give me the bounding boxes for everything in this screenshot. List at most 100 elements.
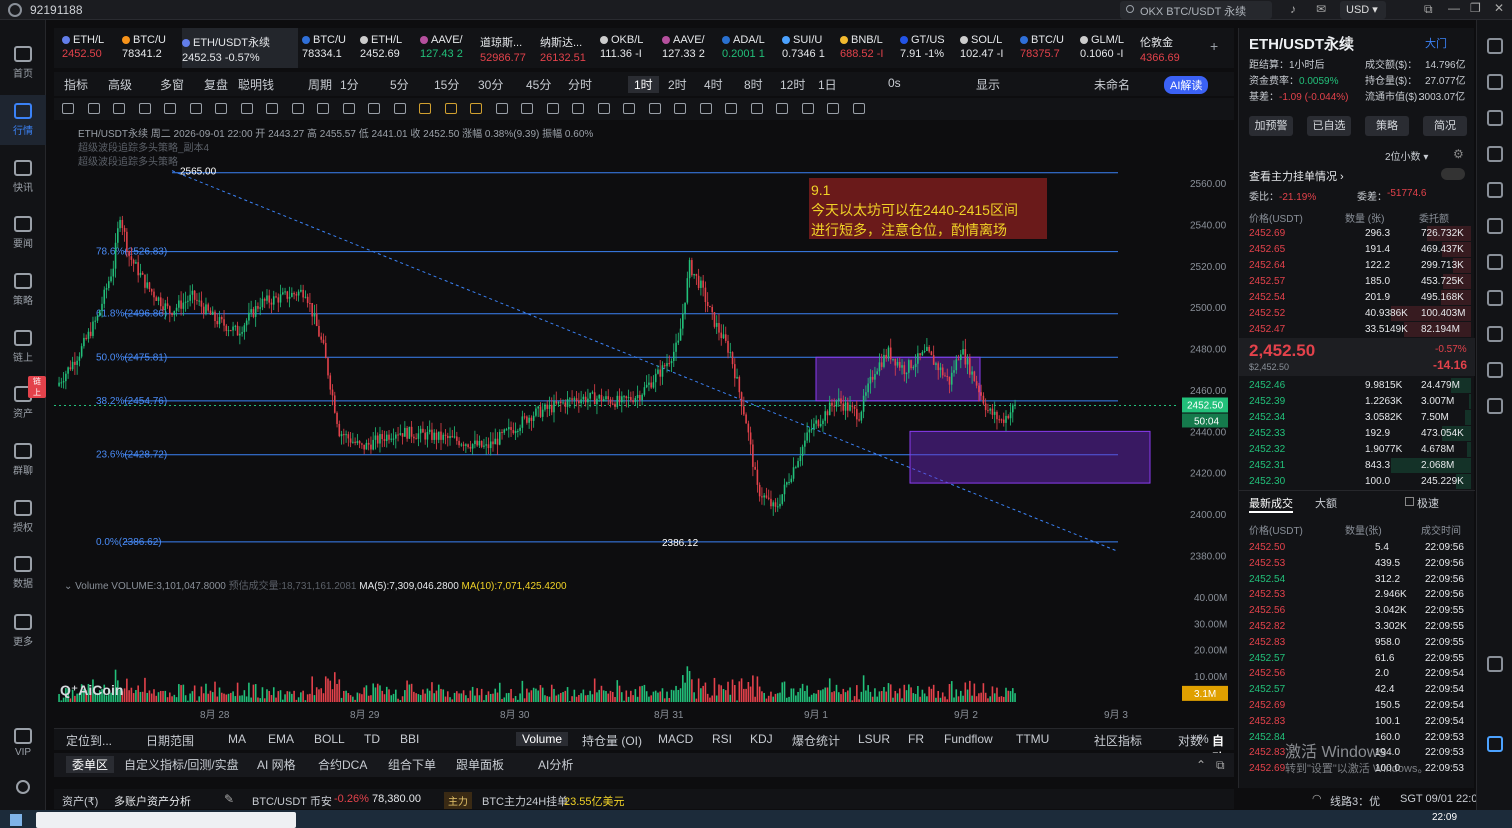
indicator-tab-12[interactable]: 爆仓统计	[792, 732, 840, 749]
action-button-1[interactable]: 已自选	[1307, 116, 1351, 136]
settings-icon[interactable]	[16, 780, 30, 794]
fire-icon[interactable]	[1487, 110, 1503, 126]
toolbar-10[interactable]: 45分	[526, 76, 551, 93]
toolbar-8[interactable]: 15分	[434, 76, 459, 93]
toolbar-4[interactable]: 聪明钱	[238, 76, 274, 93]
indicator-tab-2[interactable]: MA	[228, 732, 246, 746]
depth-toggle[interactable]	[1441, 168, 1465, 180]
toolbar-20[interactable]: 未命名	[1094, 76, 1130, 93]
ticker-tab[interactable]: 伦敦金 4366.69	[1140, 28, 1198, 68]
fast-checkbox[interactable]	[1405, 497, 1414, 506]
ticker-tab[interactable]: AAVE/127.43 2	[420, 28, 478, 68]
orderbook-row[interactable]: 2452.30 100.0 245.229K	[1249, 474, 1471, 490]
currency-select[interactable]: USD ▾	[1340, 1, 1386, 19]
ticker-tab[interactable]: 道琼斯... 52986.77	[480, 28, 538, 68]
ticker-tab[interactable]: AAVE/127.33 2	[662, 28, 720, 68]
lock2-icon[interactable]	[699, 103, 712, 114]
indicator-tab-5[interactable]: TD	[364, 732, 380, 746]
toolbar-16[interactable]: 12时	[780, 76, 805, 93]
indicator-tab-19[interactable]: %	[1198, 732, 1209, 746]
search-input[interactable]: OKX BTC/USDT 永续	[1120, 1, 1272, 19]
hline-icon[interactable]	[87, 103, 100, 114]
ticker-tab[interactable]: BNB/L 688.52 -I	[840, 28, 898, 68]
orderbook-row[interactable]: 2452.39 1.2263K 3.007M	[1249, 394, 1471, 410]
toolbar-15[interactable]: 8时	[744, 76, 763, 93]
indicator-tab-8[interactable]: 持仓量 (OI)	[582, 732, 642, 749]
filter-icon[interactable]	[776, 103, 788, 114]
indicator-tab-6[interactable]: BBI	[400, 732, 419, 746]
toolbar-5[interactable]: 周期	[308, 76, 332, 93]
indicator-tab-17[interactable]: 社区指标	[1094, 732, 1142, 749]
orderbook-row[interactable]: 2452.32 1.9077K 4.678M	[1249, 442, 1471, 458]
sidebar-item-1[interactable]: 行情	[0, 95, 46, 145]
indicator-tab-9[interactable]: MACD	[658, 732, 693, 746]
redo-icon[interactable]	[852, 103, 865, 114]
indicator-tab-11[interactable]: KDJ	[750, 732, 773, 746]
monitor-icon[interactable]	[1487, 290, 1503, 306]
pen-icon[interactable]	[317, 103, 329, 114]
toolbar-12[interactable]: 1时	[628, 76, 659, 93]
apps-icon[interactable]	[1487, 656, 1503, 672]
sidebar-item-10[interactable]: 更多	[0, 606, 46, 656]
orderbook-row[interactable]: 2452.52 40.9386K 100.403M	[1249, 306, 1471, 322]
measure-icon[interactable]	[215, 103, 227, 114]
snapshot-icon[interactable]	[750, 103, 763, 114]
gate-link[interactable]: 大门	[1425, 35, 1447, 51]
toolbar-1[interactable]: 高级	[108, 76, 132, 93]
close-icon[interactable]: ✕	[1494, 1, 1504, 15]
settings-icon[interactable]: ⚙	[1453, 147, 1464, 161]
ticker-tab[interactable]: GLM/L 0.1060 -I	[1080, 28, 1138, 68]
toolbar-21[interactable]: AI解读	[1164, 76, 1209, 94]
sidebar-item-3[interactable]: 要闻	[0, 208, 46, 258]
toolbar-6[interactable]: 1分	[340, 76, 359, 93]
ticker-tab[interactable]: ETH/L 2452.69	[360, 28, 418, 68]
indicator-tab-3[interactable]: EMA	[268, 732, 294, 746]
trend-line-icon[interactable]	[62, 103, 74, 114]
collapse-icon[interactable]: ⌃	[1196, 758, 1206, 772]
brush-icon[interactable]	[546, 103, 559, 114]
panel-tab-3[interactable]: 合约DCA	[318, 756, 367, 773]
sidebar-item-5[interactable]: 链上	[0, 322, 46, 372]
dot-icon[interactable]	[419, 103, 431, 114]
orderbook-row[interactable]: 2452.57 185.0 453.725K	[1249, 274, 1471, 290]
orderbook-row[interactable]: 2452.65 191.4 469.437K	[1249, 242, 1471, 258]
toolbar-14[interactable]: 4时	[704, 76, 723, 93]
indicator-tab-14[interactable]: FR	[908, 732, 924, 746]
toolbar-3[interactable]: 复盘	[204, 76, 228, 93]
range-icon[interactable]	[393, 103, 406, 114]
calendar-icon[interactable]	[1487, 254, 1503, 270]
ticker-tab[interactable]: ETH/USDT永续 2452.53 -0.57%	[182, 28, 298, 68]
panel-tab-1[interactable]: 自定义指标/回测/实盘	[124, 756, 239, 773]
toolbar-0[interactable]: 指标	[64, 76, 88, 93]
orderbook-row[interactable]: 2452.34 3.0582K 7.50M	[1249, 410, 1471, 426]
bell-icon[interactable]: ♪	[1290, 2, 1296, 16]
sidebar-item-4[interactable]: 策略	[0, 265, 46, 315]
parallel-icon[interactable]	[368, 103, 380, 114]
mail-icon[interactable]: ✉	[1316, 2, 1326, 16]
channel-icon[interactable]	[113, 103, 125, 114]
pattern-icon[interactable]	[521, 103, 533, 114]
sidebar-item-0[interactable]: 首页	[0, 38, 46, 88]
panel-tab-2[interactable]: AI 网格	[257, 756, 296, 773]
arrow-icon[interactable]	[138, 103, 151, 114]
chart-area[interactable]: ETH/USDT永续 周二 2026-09-01 22:00 开 2443.27…	[54, 122, 1234, 727]
grid-icon[interactable]	[1487, 362, 1503, 378]
minimize-icon[interactable]: —	[1448, 1, 1460, 15]
ticker-tab[interactable]: 纳斯达... 26132.51	[540, 28, 598, 68]
magnet-icon[interactable]	[597, 103, 610, 114]
list-icon[interactable]	[1487, 74, 1503, 90]
sidebar-item-11[interactable]: VIP	[0, 720, 46, 770]
windows-start-icon[interactable]	[10, 814, 22, 826]
grid-icon[interactable]	[342, 103, 355, 114]
orderbook-row[interactable]: 2452.31 843.3 2.068M	[1249, 458, 1471, 474]
sidebar-item-7[interactable]: 群聊	[0, 435, 46, 485]
toolbar-19[interactable]: 显示	[976, 76, 1000, 93]
ticker-tab[interactable]: ETH/L 2452.50	[62, 28, 120, 68]
orderbook-row[interactable]: 2452.47 33.5149K 82.194M	[1249, 322, 1471, 338]
trash-icon[interactable]	[801, 103, 814, 114]
undo-icon[interactable]	[827, 103, 839, 114]
toolbar-17[interactable]: 1日	[818, 76, 837, 93]
indicator-tab-7[interactable]: Volume	[516, 732, 569, 746]
indicator-tab-0[interactable]: 定位到...	[66, 732, 112, 749]
indicator-tab-10[interactable]: RSI	[712, 732, 732, 746]
